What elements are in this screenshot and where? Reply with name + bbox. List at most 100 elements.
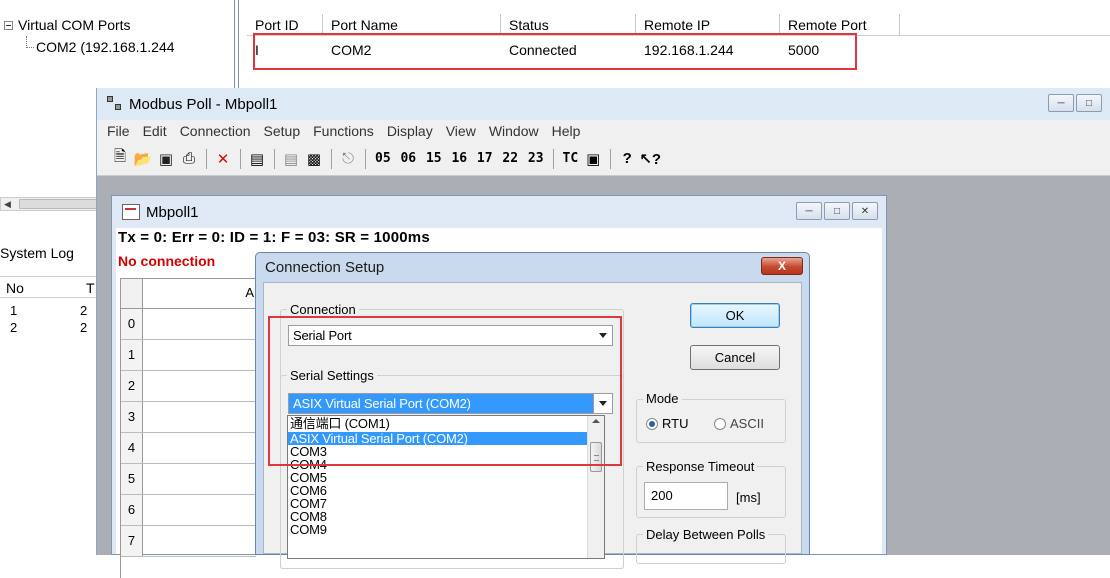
mode-ascii-label: ASCII — [730, 416, 764, 431]
tree-connector-line — [26, 36, 34, 48]
row-number: 7 — [121, 526, 143, 556]
minimize-button[interactable]: ─ — [1048, 94, 1074, 112]
dialog-close-button[interactable]: X — [761, 257, 803, 275]
traffic-button[interactable]: TC — [559, 151, 583, 166]
toolbar-separator — [240, 148, 241, 169]
radio-checked-icon[interactable] — [646, 418, 658, 430]
context-help-icon[interactable]: ↖? — [639, 148, 661, 170]
row-number: 0 — [121, 309, 143, 339]
collapse-icon[interactable] — [4, 20, 13, 30]
column-header-no[interactable]: No — [0, 277, 80, 297]
monitor-icon[interactable]: ▣ — [582, 148, 604, 170]
log-no: 1 — [10, 303, 18, 318]
row-number: 3 — [121, 402, 143, 432]
read-write-icon[interactable]: ▤ — [280, 148, 302, 170]
log-time: 2 — [80, 303, 88, 318]
register-icon[interactable]: ▩ — [303, 148, 325, 170]
toolbar-separator — [610, 148, 612, 169]
child-close-button[interactable]: ✕ — [852, 202, 878, 220]
menu-view[interactable]: View — [446, 123, 476, 139]
grid-row[interactable]: 1 — [121, 340, 256, 371]
log-no: 2 — [10, 320, 18, 335]
mode-label: Mode — [643, 391, 682, 406]
register-grid: A 0 1 2 3 4 5 6 7 — [120, 278, 256, 578]
menu-help[interactable]: Help — [552, 123, 581, 139]
row-number: 5 — [121, 464, 143, 494]
modbus-poll-app-icon — [107, 96, 123, 112]
tree-item-com2[interactable]: COM2 (192.168.1.244 — [0, 36, 232, 58]
child-title-bar[interactable]: Mbpoll1 ─ □ ✕ — [112, 196, 886, 228]
mode-ascii-option[interactable]: ASCII — [714, 416, 764, 431]
grid-row[interactable]: 6 — [121, 495, 256, 526]
child-minimize-button[interactable]: ─ — [796, 202, 822, 220]
menu-bar: File Edit Connection Setup Functions Dis… — [97, 120, 1110, 142]
new-document-icon[interactable]: 🗎 — [109, 148, 131, 170]
grid-row[interactable]: 2 — [121, 371, 256, 402]
menu-display[interactable]: Display — [387, 123, 433, 139]
dialog-title: Connection Setup — [265, 259, 385, 276]
connection-group-label: Connection — [287, 302, 359, 317]
grid-column-header: A — [245, 285, 254, 300]
save-icon[interactable]: ▣ — [155, 148, 177, 170]
grid-row[interactable]: 4 — [121, 433, 256, 464]
grid-row[interactable]: 0 — [121, 309, 256, 340]
row-number: 2 — [121, 371, 143, 401]
tree-item-virtual-com-ports[interactable]: Virtual COM Ports — [0, 14, 232, 36]
menu-window[interactable]: Window — [489, 123, 539, 139]
grid-row[interactable]: 7 — [121, 526, 256, 557]
grid-row[interactable]: 3 — [121, 402, 256, 433]
function-code-buttons[interactable]: 05 06 15 16 17 22 23 — [371, 151, 548, 166]
child-window-title: Mbpoll1 — [146, 203, 199, 221]
row-number: 1 — [121, 340, 143, 370]
row-number: 4 — [121, 433, 143, 463]
column-header-time[interactable]: T — [80, 277, 95, 297]
help-icon[interactable]: ? — [616, 148, 638, 170]
child-restore-button[interactable]: □ — [824, 202, 850, 220]
response-timeout-label: Response Timeout — [643, 459, 758, 474]
highlight-box-port-row — [253, 33, 857, 70]
port-option[interactable]: COM8 — [288, 510, 604, 523]
radio-unchecked-icon[interactable] — [714, 418, 726, 430]
window-title: Modbus Poll - Mbpoll1 — [129, 95, 278, 113]
port-option[interactable]: COM7 — [288, 497, 604, 510]
restore-button[interactable]: □ — [1076, 94, 1102, 112]
toolbar: 🗎 📂 ▣ ⎙ ✕ ▤ ▤ ▩ ⎋ 05 06 15 16 17 22 23 T… — [97, 142, 1110, 176]
tree-child-label: COM2 (192.168.1.244 — [36, 39, 175, 55]
tree-root-label: Virtual COM Ports — [18, 17, 131, 33]
disconnect-icon[interactable]: ✕ — [212, 148, 234, 170]
menu-functions[interactable]: Functions — [313, 123, 374, 139]
port-option[interactable]: COM6 — [288, 484, 604, 497]
splitter — [238, 0, 239, 95]
system-log-title: System Log — [0, 245, 74, 261]
title-bar[interactable]: Modbus Poll - Mbpoll1 ─ □ — [97, 88, 1110, 120]
grid-row[interactable]: 5 — [121, 464, 256, 495]
response-timeout-input[interactable]: 200 — [644, 482, 728, 510]
ok-button[interactable]: OK — [690, 303, 780, 328]
menu-file[interactable]: File — [107, 123, 130, 139]
delay-between-polls-label: Delay Between Polls — [643, 527, 769, 542]
port-option[interactable]: COM9 — [288, 523, 604, 536]
response-timeout-unit: [ms] — [736, 490, 761, 505]
menu-edit[interactable]: Edit — [143, 123, 167, 139]
pulse-icon[interactable]: ⎋ — [337, 148, 359, 170]
toolbar-separator — [365, 148, 366, 169]
window-icon[interactable]: ▤ — [246, 148, 268, 170]
port-option[interactable]: COM5 — [288, 471, 604, 484]
scroll-left-icon[interactable]: ◀ — [4, 199, 11, 210]
open-folder-icon[interactable]: 📂 — [132, 148, 154, 170]
child-window-controls: ─ □ ✕ — [794, 202, 878, 220]
menu-setup[interactable]: Setup — [264, 123, 301, 139]
row-number: 6 — [121, 495, 143, 525]
poll-status-line: Tx = 0: Err = 0: ID = 1: F = 03: SR = 10… — [118, 229, 430, 246]
highlight-box-connection-settings — [268, 316, 622, 466]
splitter[interactable] — [234, 0, 235, 95]
mode-rtu-label: RTU — [662, 416, 689, 431]
menu-connection[interactable]: Connection — [180, 123, 251, 139]
toolbar-separator — [274, 148, 275, 169]
window-controls: ─ □ — [1046, 94, 1102, 112]
toolbar-separator — [331, 148, 332, 169]
cancel-button[interactable]: Cancel — [690, 345, 780, 370]
grid-corner — [121, 279, 143, 308]
print-icon[interactable]: ⎙ — [178, 148, 200, 170]
mode-rtu-option[interactable]: RTU — [646, 416, 688, 431]
